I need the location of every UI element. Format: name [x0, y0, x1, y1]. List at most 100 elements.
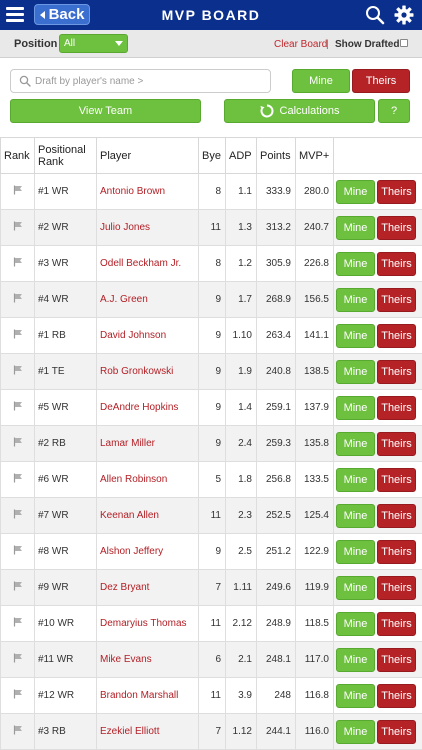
flag-icon[interactable] — [13, 257, 23, 267]
draft-mine-button[interactable]: Mine — [336, 287, 375, 312]
draft-theirs-button[interactable]: Theirs — [377, 215, 416, 240]
draft-mine-button[interactable]: Mine — [336, 575, 375, 600]
draft-theirs-button[interactable]: Theirs — [377, 575, 416, 600]
draft-mine-button[interactable]: Mine — [336, 215, 375, 240]
player-name[interactable]: Keenan Allen — [96, 497, 199, 534]
player-name[interactable]: Rob Gronkowski — [96, 353, 199, 390]
player-name[interactable]: Demaryius Thomas — [96, 605, 199, 642]
draft-mine-button[interactable]: Mine — [336, 323, 375, 348]
draft-theirs-button[interactable]: Theirs — [377, 647, 416, 672]
flag-icon[interactable] — [13, 365, 23, 375]
draft-mine-button[interactable]: Mine — [336, 539, 375, 564]
rank-cell[interactable] — [0, 281, 35, 318]
player-name[interactable]: A.J. Green — [96, 281, 199, 318]
draft-theirs-button[interactable]: Theirs — [377, 395, 416, 420]
flag-icon[interactable] — [13, 473, 23, 483]
draft-theirs-button[interactable]: Theirs — [377, 719, 416, 744]
mine-filter-button[interactable]: Mine — [292, 69, 350, 93]
player-name[interactable]: Antonio Brown — [96, 173, 199, 210]
rank-cell[interactable] — [0, 677, 35, 714]
flag-icon[interactable] — [13, 185, 23, 195]
player-name[interactable]: Allen Robinson — [96, 461, 199, 498]
player-name[interactable]: Brandon Marshall — [96, 677, 199, 714]
player-name[interactable]: DeAndre Hopkins — [96, 389, 199, 426]
rank-cell[interactable] — [0, 209, 35, 246]
rank-cell[interactable] — [0, 569, 35, 606]
flag-icon[interactable] — [13, 509, 23, 519]
flag-icon[interactable] — [13, 221, 23, 231]
draft-theirs-button[interactable]: Theirs — [377, 179, 416, 204]
rank-cell[interactable] — [0, 533, 35, 570]
draft-theirs-button[interactable]: Theirs — [377, 251, 416, 276]
flag-icon[interactable] — [13, 293, 23, 303]
clear-board-link[interactable]: Clear Board — [274, 39, 327, 50]
draft-theirs-button[interactable]: Theirs — [377, 431, 416, 456]
player-name[interactable]: Alshon Jeffery — [96, 533, 199, 570]
rank-cell[interactable] — [0, 497, 35, 534]
rank-cell[interactable] — [0, 353, 35, 390]
draft-theirs-button[interactable]: Theirs — [377, 359, 416, 384]
positional-rank-cell: #1 RB — [34, 317, 97, 354]
draft-mine-button[interactable]: Mine — [336, 611, 375, 636]
draft-mine-button[interactable]: Mine — [336, 467, 375, 492]
rank-cell[interactable] — [0, 173, 35, 210]
draft-mine-button[interactable]: Mine — [336, 395, 375, 420]
hamburger-menu-icon[interactable] — [6, 7, 24, 22]
rank-cell[interactable] — [0, 461, 35, 498]
draft-mine-button[interactable]: Mine — [336, 683, 375, 708]
draft-theirs-button[interactable]: Theirs — [377, 287, 416, 312]
rank-cell[interactable] — [0, 641, 35, 678]
rank-cell[interactable] — [0, 605, 35, 642]
flag-icon[interactable] — [13, 653, 23, 663]
show-drafted-checkbox[interactable] — [400, 39, 408, 47]
draft-mine-button[interactable]: Mine — [336, 251, 375, 276]
calculations-button[interactable]: Calculations — [224, 99, 375, 123]
player-name[interactable]: Dez Bryant — [96, 569, 199, 606]
draft-theirs-button[interactable]: Theirs — [377, 683, 416, 708]
draft-theirs-button[interactable]: Theirs — [377, 467, 416, 492]
player-name[interactable]: Odell Beckham Jr. — [96, 245, 199, 282]
rank-cell[interactable] — [0, 245, 35, 282]
draft-mine-button[interactable]: Mine — [336, 647, 375, 672]
draft-mine-button[interactable]: Mine — [336, 503, 375, 528]
player-name[interactable]: Mike Evans — [96, 641, 199, 678]
bye-cell: 9 — [198, 317, 226, 354]
flag-icon[interactable] — [13, 581, 23, 591]
draft-mine-button[interactable]: Mine — [336, 719, 375, 744]
player-name[interactable]: Ezekiel Elliott — [96, 713, 199, 750]
rank-cell[interactable] — [0, 317, 35, 354]
theirs-filter-button[interactable]: Theirs — [352, 69, 410, 93]
table-row: #3 RB Ezekiel Elliott 7 1.12 244.1 116.0 Mine T… — [0, 713, 422, 750]
draft-theirs-button[interactable]: Theirs — [377, 503, 416, 528]
mvp-cell: 226.8 — [295, 245, 334, 282]
flag-icon[interactable] — [13, 689, 23, 699]
flag-icon[interactable] — [13, 617, 23, 627]
draft-theirs-button[interactable]: Theirs — [377, 611, 416, 636]
flag-icon[interactable] — [13, 725, 23, 735]
player-name[interactable]: Lamar Miller — [96, 425, 199, 462]
rank-cell[interactable] — [0, 425, 35, 462]
flag-icon[interactable] — [13, 437, 23, 447]
draft-mine-button[interactable]: Mine — [336, 359, 375, 384]
gear-icon[interactable] — [394, 5, 414, 25]
help-button[interactable]: ? — [378, 99, 410, 123]
mvp-board-table: Rank Positional Rank Player Bye ADP Points MVP… — [0, 137, 422, 750]
rank-cell[interactable] — [0, 389, 35, 426]
draft-theirs-button[interactable]: Theirs — [377, 323, 416, 348]
player-name[interactable]: Julio Jones — [96, 209, 199, 246]
flag-icon[interactable] — [13, 545, 23, 555]
draft-theirs-button[interactable]: Theirs — [377, 539, 416, 564]
draft-mine-button[interactable]: Mine — [336, 431, 375, 456]
player-name[interactable]: David Johnson — [96, 317, 199, 354]
draft-actions-cell: Mine Theirs — [333, 389, 422, 426]
flag-icon[interactable] — [13, 401, 23, 411]
flag-icon[interactable] — [13, 329, 23, 339]
view-team-button[interactable]: View Team — [10, 99, 201, 123]
mvp-cell: 118.5 — [295, 605, 334, 642]
search-icon[interactable] — [365, 5, 385, 25]
player-search-input[interactable] — [35, 72, 265, 90]
position-select[interactable]: All — [59, 34, 128, 53]
back-button[interactable]: Back — [34, 4, 90, 25]
rank-cell[interactable] — [0, 713, 35, 750]
draft-mine-button[interactable]: Mine — [336, 179, 375, 204]
